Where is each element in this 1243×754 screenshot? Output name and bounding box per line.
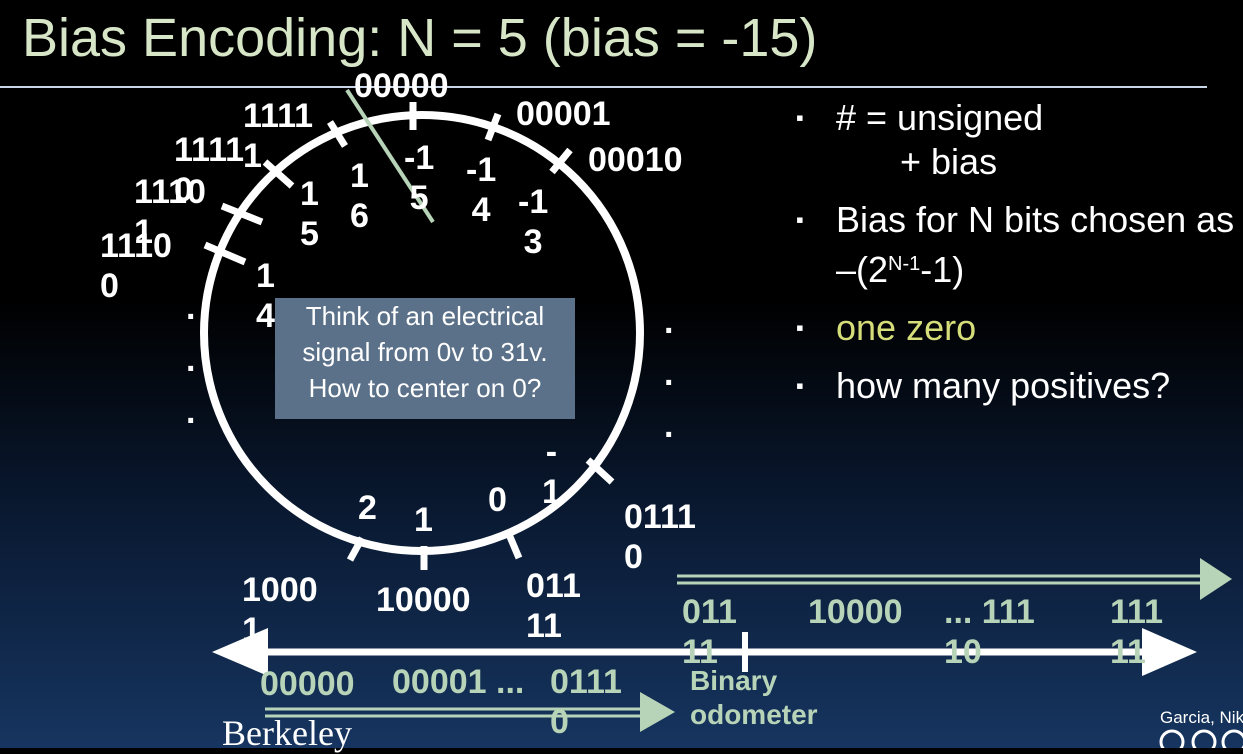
cc-by-icon <box>1191 729 1217 748</box>
numline-top-11111: 111 11 <box>1110 593 1163 671</box>
tick-01111b <box>504 530 523 560</box>
binary-odometer-label: Binary odometer <box>690 665 818 730</box>
bullet-bias-formula: ▪ Bias for N bits chosen as –(2N-1-1) <box>796 198 1236 292</box>
value-minus-13: -1 3 <box>518 183 549 261</box>
bullet-text: one zero <box>836 307 977 348</box>
label-10001: 1000 1 <box>242 571 318 649</box>
label-00010: 00010 <box>588 141 683 179</box>
numline-top-01111: 011 11 <box>682 593 737 671</box>
numline-bottom-01110: 0111 0 <box>550 663 622 741</box>
bullet-text: Bias for N bits chosen as –(2 <box>836 199 1235 290</box>
numline-top-11110: ... 111 10 <box>944 593 1035 671</box>
value-minus-14: -1 4 <box>466 151 497 229</box>
value-16: 1 6 <box>350 157 369 235</box>
bullet-unsigned-plus-bias: ▪ # = unsigned + bias <box>796 96 1236 184</box>
cc-badge-icon <box>1159 729 1185 748</box>
numline-top-10000: 10000 <box>808 593 903 631</box>
value-15: 1 5 <box>300 175 319 253</box>
value-1: 1 <box>414 501 433 539</box>
numline-bottom-00000: 00000 <box>260 665 355 703</box>
tick-00001 <box>484 112 502 142</box>
bullet-one-zero: ▪ one zero <box>796 306 1236 350</box>
cc-nc-icon <box>1221 729 1243 748</box>
label-00000: 00000 <box>354 67 449 105</box>
label-01111: 011 11 <box>526 567 581 645</box>
bullet-text-suffix: -1) <box>920 249 965 290</box>
label-10000: 10000 <box>376 581 471 619</box>
electrical-signal-callout: Think of an electrical signal from 0v to… <box>275 298 575 419</box>
ellipsis-right: . . . <box>664 303 674 445</box>
author-credit: Garcia, Nik <box>1160 708 1243 727</box>
upper-arrowhead <box>1200 558 1232 600</box>
lower-arrowhead <box>640 692 675 732</box>
bullet-text: # = unsigned <box>836 97 1044 138</box>
ellipsis-left: . . . <box>186 289 196 431</box>
bullet-marker-icon: ▪ <box>796 105 804 130</box>
value-14: 1 4 <box>256 257 275 335</box>
bullet-marker-icon: ▪ <box>796 373 804 398</box>
numline-bottom-00001: 00001 ... <box>392 663 525 701</box>
value-2: 2 <box>358 489 377 527</box>
label-11100: 1110 0 <box>100 227 172 305</box>
bullet-text-continued: + bias <box>900 141 998 182</box>
value-minus-15: -1 5 <box>404 139 435 217</box>
label-11111: 1111 1 <box>243 97 314 175</box>
label-00001: 00001 <box>516 95 611 133</box>
value-0: 0 <box>488 481 507 519</box>
bullet-superscript: N-1 <box>888 253 921 275</box>
bullet-list: ▪ # = unsigned + bias ▪ Bias for N bits … <box>796 96 1236 422</box>
bullet-marker-icon: ▪ <box>796 207 804 232</box>
bullet-text: how many positives? <box>836 365 1171 406</box>
bullet-how-many-positives: ▪ how many positives? <box>796 364 1236 408</box>
label-01110: 0111 0 <box>624 498 696 576</box>
value-minus-1: - 1 <box>542 433 561 511</box>
bullet-marker-icon: ▪ <box>796 315 804 340</box>
